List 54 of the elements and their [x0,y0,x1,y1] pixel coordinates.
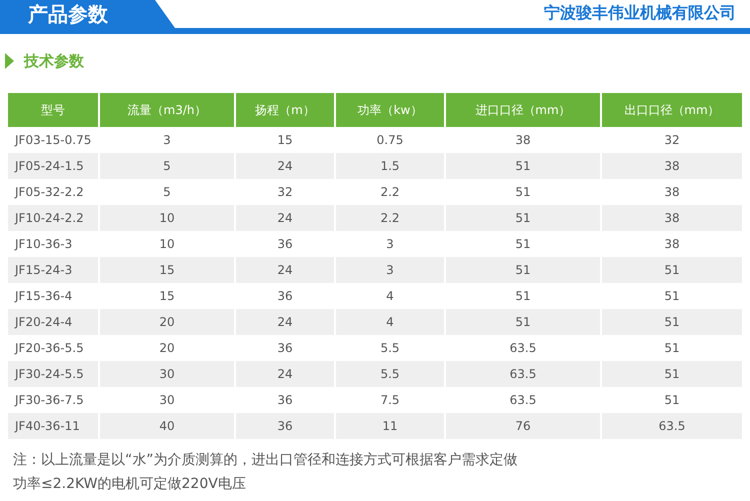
table-cell: 51 [445,257,601,283]
table-cell: 5.5 [335,361,445,387]
table-cell: 24 [235,205,335,231]
company-name: 宁波骏丰伟业机械有限公司 [544,3,736,24]
table-cell: 3 [335,257,445,283]
table-cell: 30 [99,361,235,387]
table-cell: 36 [235,413,335,439]
table-cell: JF15-24-3 [8,257,99,283]
table-cell: 2.2 [335,205,445,231]
table-cell: 51 [601,257,742,283]
table-cell: 38 [601,205,742,231]
table-cell: 40 [99,413,235,439]
table-cell: 10 [99,205,235,231]
note-text: 功率≤2.2KW的电机可定做220V电压 [13,475,247,493]
section-title: 技术参数 [24,52,84,70]
table-cell: JF10-24-2.2 [8,205,99,231]
table-cell: 51 [445,309,601,335]
table-cell: 1.5 [335,153,445,179]
table-cell: 5 [99,153,235,179]
table-cell: JF20-24-4 [8,309,99,335]
table-cell: 51 [445,205,601,231]
table-cell: 51 [601,361,742,387]
table-cell: JF03-15-0.75 [8,127,99,153]
page-title: 产品参数 [28,0,108,28]
table-cell: JF05-24-1.5 [8,153,99,179]
table-cell: 24 [235,257,335,283]
table-cell: 63.5 [445,361,601,387]
column-header: 型号 [8,93,99,127]
table-cell: JF40-36-11 [8,413,99,439]
table-cell: JF20-36-5.5 [8,335,99,361]
table-cell: 4 [335,309,445,335]
table-cell: JF05-32-2.2 [8,179,99,205]
table-cell: 20 [99,309,235,335]
note-text: 注：以上流量是以“水”为介质测算的，进出口管径和连接方式可根据客户需求定做 [13,451,519,469]
table-cell: 51 [601,309,742,335]
table-cell: 11 [335,413,445,439]
table-cell: 76 [445,413,601,439]
table-cell: JF15-36-4 [8,283,99,309]
table-cell: 24 [235,309,335,335]
column-header: 功率（kw） [335,93,445,127]
triangle-icon [5,53,14,69]
column-header: 出口口径（mm） [601,93,742,127]
column-header: 流量（m3/h） [99,93,235,127]
table-cell: JF10-36-3 [8,231,99,257]
column-header: 扬程（m） [235,93,335,127]
table-cell: JF30-24-5.5 [8,361,99,387]
table-cell: 38 [601,153,742,179]
table-cell: 24 [235,361,335,387]
table-cell: 63.5 [601,413,742,439]
column-header: 进口口径（mm） [445,93,601,127]
table-cell: 51 [445,153,601,179]
table-cell: 15 [99,257,235,283]
table-cell: 24 [235,153,335,179]
table-cell: JF30-36-7.5 [8,387,99,413]
